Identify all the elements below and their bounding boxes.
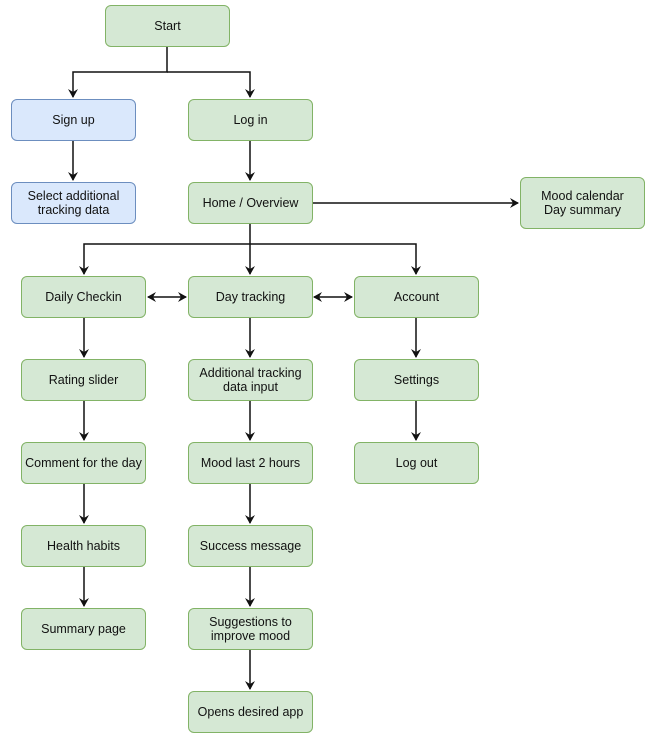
node-mood-last[interactable]: Mood last 2 hours	[188, 442, 313, 484]
node-suggestions-label: Suggestions to improve mood	[209, 615, 292, 643]
node-start-label: Start	[154, 19, 181, 33]
node-mood-calendar[interactable]: Mood calendar Day summary	[520, 177, 645, 229]
node-log-out[interactable]: Log out	[354, 442, 479, 484]
node-select-tracking[interactable]: Select additional tracking data	[11, 182, 136, 224]
node-daily-checkin[interactable]: Daily Checkin	[21, 276, 146, 318]
node-opens-app[interactable]: Opens desired app	[188, 691, 313, 733]
node-sign-up[interactable]: Sign up	[11, 99, 136, 141]
node-comment[interactable]: Comment for the day	[21, 442, 146, 484]
node-opens-app-label: Opens desired app	[197, 705, 304, 719]
node-health-habits[interactable]: Health habits	[21, 525, 146, 567]
node-success-label: Success message	[199, 539, 302, 553]
node-success[interactable]: Success message	[188, 525, 313, 567]
node-day-tracking-label: Day tracking	[215, 290, 286, 304]
edge-start-signup	[68, 46, 168, 98]
node-rating-slider-label: Rating slider	[48, 373, 119, 387]
node-settings-label: Settings	[393, 373, 440, 387]
node-home-overview-label: Home / Overview	[202, 196, 299, 210]
node-comment-label: Comment for the day	[25, 456, 142, 470]
node-mood-last-label: Mood last 2 hours	[200, 456, 301, 470]
node-suggestions[interactable]: Suggestions to improve mood	[188, 608, 313, 650]
edge-home-daily-checkin	[79, 243, 250, 275]
node-log-in[interactable]: Log in	[188, 99, 313, 141]
node-rating-slider[interactable]: Rating slider	[21, 359, 146, 401]
node-health-habits-label: Health habits	[47, 539, 120, 553]
node-home-overview[interactable]: Home / Overview	[188, 182, 313, 224]
node-account[interactable]: Account	[354, 276, 479, 318]
node-mood-calendar-label: Mood calendar Day summary	[541, 189, 624, 217]
node-sign-up-label: Sign up	[52, 113, 95, 127]
edge-home-account	[250, 243, 421, 275]
edge-start-login	[167, 71, 255, 98]
node-settings[interactable]: Settings	[354, 359, 479, 401]
node-account-label: Account	[393, 290, 440, 304]
node-log-in-label: Log in	[233, 113, 268, 127]
node-additional-input-label: Additional tracking data input	[199, 366, 302, 394]
node-daily-checkin-label: Daily Checkin	[45, 290, 122, 304]
node-log-out-label: Log out	[395, 456, 438, 470]
node-start[interactable]: Start	[105, 5, 230, 47]
node-additional-input[interactable]: Additional tracking data input	[188, 359, 313, 401]
node-summary-label: Summary page	[41, 622, 126, 636]
node-select-tracking-label: Select additional tracking data	[27, 189, 120, 217]
node-summary[interactable]: Summary page	[21, 608, 146, 650]
node-day-tracking[interactable]: Day tracking	[188, 276, 313, 318]
